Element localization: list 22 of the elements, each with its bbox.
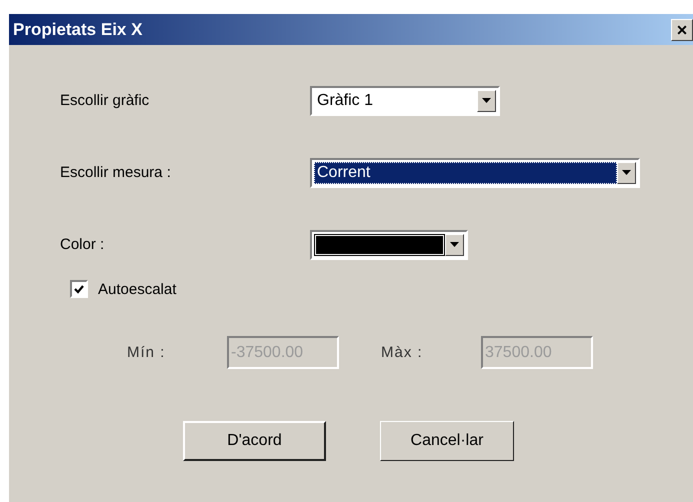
checkbox-label: Autoescalat: [98, 280, 176, 298]
color-picker[interactable]: [310, 230, 468, 260]
dropdown[interactable]: Gràfic 1: [310, 86, 500, 116]
window-title: Propietats Eix X: [13, 20, 142, 40]
caret-icon: [622, 170, 631, 175]
field-label: Escollir mesura :: [60, 164, 172, 181]
close-button[interactable]: ×: [671, 18, 693, 40]
field-label: Escollir gràfic: [60, 92, 150, 109]
checkbox[interactable]: [70, 280, 88, 298]
dropdown[interactable]: Corrent: [310, 158, 640, 188]
ok-button[interactable]: D'acord: [183, 421, 326, 461]
field-label: Màx :: [381, 344, 424, 361]
dropdown-button[interactable]: [617, 162, 636, 184]
field-label: Mín :: [127, 344, 166, 361]
dropdown-value: Corrent: [314, 162, 617, 184]
caret-icon: [450, 242, 459, 247]
dropdown-button[interactable]: [477, 90, 496, 112]
caret-icon: [482, 98, 491, 103]
field-label: Color :: [60, 236, 106, 253]
dropdown-button[interactable]: [445, 234, 464, 256]
check-icon: [74, 284, 84, 294]
cancel-button[interactable]: Cancel·lar: [380, 421, 514, 461]
